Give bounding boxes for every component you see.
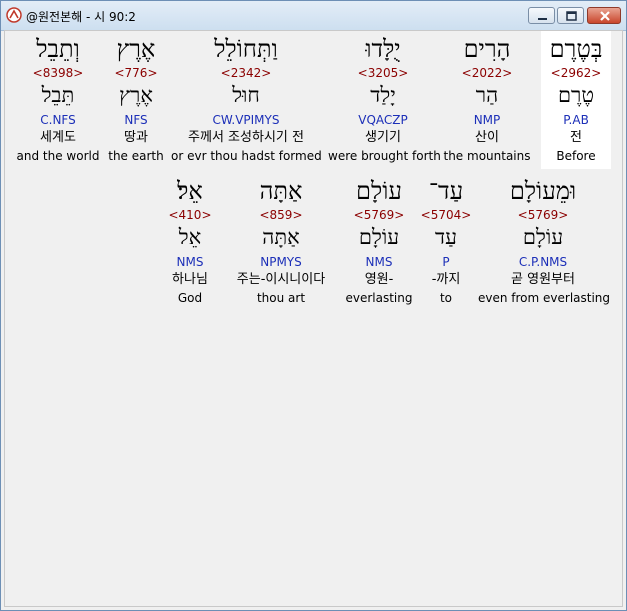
morphology: P [442,255,450,269]
korean-gloss: 주는-이시니이다 [236,272,326,287]
app-logo-icon [6,7,22,23]
hebrew-word: וּמֵעוֹלָם [509,177,577,205]
word-7[interactable]: וּמֵעוֹלָם <5769> עוֹלָם C.P.NMS 곧 영원부터 … [478,31,611,311]
morphology: NFS [124,113,148,127]
word-8[interactable]: עַד־ <5704> עַד P -까지 to [419,31,473,311]
morphology: NPMYS [260,255,302,269]
english-gloss: to [439,291,453,305]
word-11[interactable]: אֵל׃ <410> אֵל NMS 하나님 God [160,31,220,311]
hebrew-word: עוֹלָם [356,177,402,205]
maximize-icon [566,11,577,21]
lemma: עַד [435,225,457,249]
english-gloss: God [177,291,203,305]
english-gloss: even from everlasting [478,291,611,305]
korean-gloss: 영원- [364,272,394,287]
korean-gloss: 세계도 [40,130,76,145]
lemma: עוֹלָם [358,225,400,249]
hebrew-word: עַד־ [428,177,464,205]
hebrew-word: אֶרֶץ [116,35,156,63]
english-gloss: thou art [256,291,306,305]
word-5[interactable]: אֶרֶץ <776> אֶרֶץ NFS 땅과 the earth [105,31,167,169]
korean-gloss: -까지 [431,272,461,287]
english-gloss: everlasting [345,291,413,305]
hebrew-word: אֵל׃ [177,177,203,205]
close-button[interactable] [587,7,621,24]
minimize-icon [538,18,547,20]
word-10[interactable]: אַתָּה <859> אַתָּה NPMYS 주는-이시니이다 thou … [224,31,338,311]
lemma: אֵל [178,225,202,249]
korean-gloss: 곧 영원부터 [511,272,575,287]
title-bar[interactable]: @원전본해 - 시 90:2 [1,1,626,31]
interlinear-panel[interactable]: בְּטֶרֶם <2962> טֶרֶם P.AB 전 Before הָרִ… [4,30,623,607]
morphology: C.NFS [40,113,76,127]
lemma: תֵּבֵל [41,83,75,107]
strong-number[interactable]: <8398> [15,66,101,80]
lemma: עוֹלָם [522,225,564,249]
morphology: C.P.NMS [518,255,568,269]
strong-number[interactable]: <5769> [341,208,417,222]
window-title: @원전본해 - 시 90:2 [26,10,136,24]
minimize-button[interactable] [528,7,555,24]
close-icon [600,11,610,21]
morphology: NMS [365,255,393,269]
word-9[interactable]: עוֹלָם <5769> עוֹלָם NMS 영원- everlasting [341,31,417,311]
maximize-button[interactable] [557,7,584,24]
word-6[interactable]: וְתֵבֵל <8398> תֵּבֵל C.NFS 세계도 and the … [15,31,101,169]
app-window: @원전본해 - 시 90:2 בְּטֶרֶם <2962> טֶרֶם P.A… [0,0,627,611]
strong-number[interactable]: <859> [224,208,338,222]
lemma: אַתָּה [262,225,300,249]
english-gloss: the earth [108,149,164,163]
korean-gloss: 땅과 [124,130,148,145]
korean-gloss: 하나님 [172,272,208,287]
strong-number[interactable]: <410> [160,208,220,222]
strong-number[interactable]: <5704> [419,208,473,222]
lemma: אֶרֶץ [119,83,153,107]
hebrew-word: אַתָּה [259,177,303,205]
english-gloss: and the world [16,149,100,163]
hebrew-word: וְתֵבֵל [36,35,80,63]
strong-number[interactable]: <5769> [478,208,608,222]
strong-number[interactable]: <776> [105,66,167,80]
morphology: NMS [176,255,204,269]
